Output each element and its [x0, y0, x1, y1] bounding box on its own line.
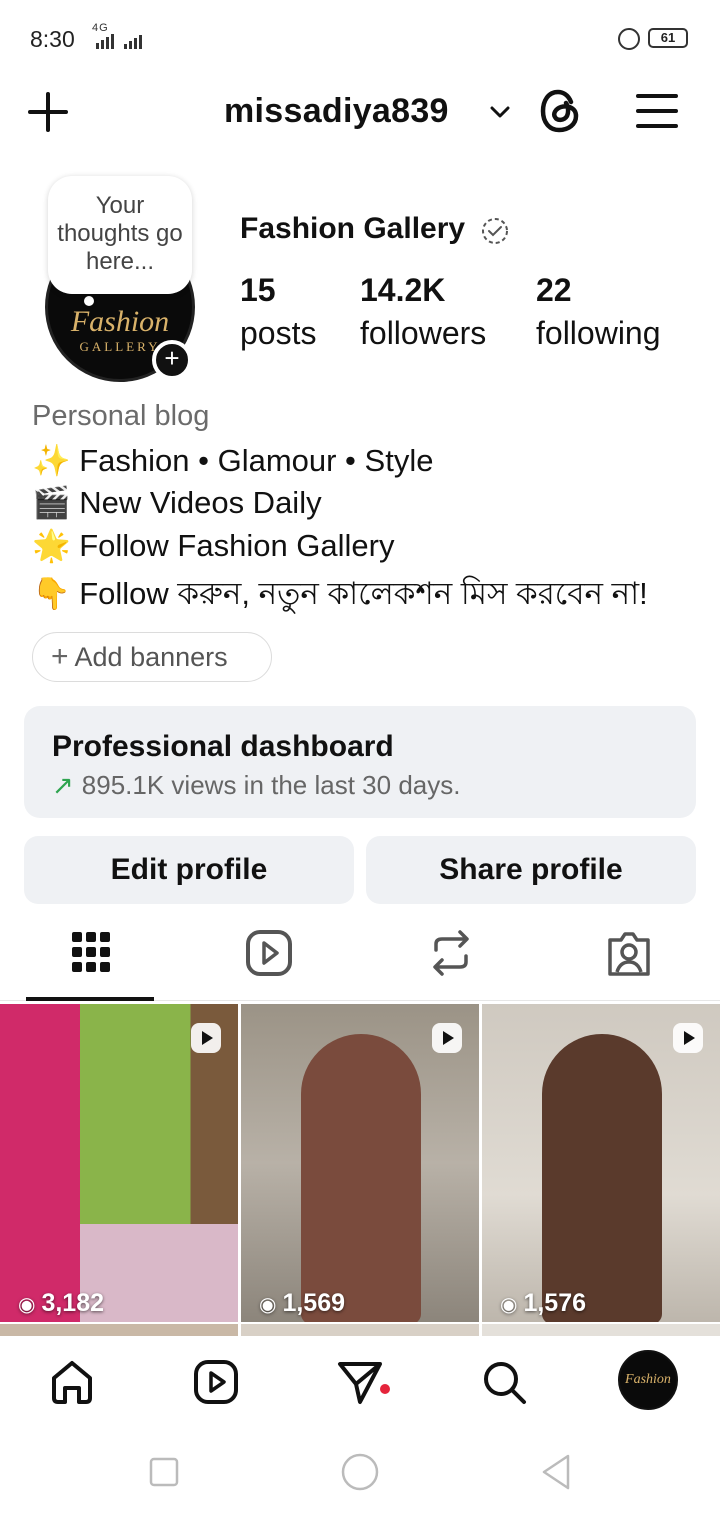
rotation-lock-icon — [618, 28, 640, 50]
avatar-logo-text: Fashion — [70, 305, 170, 338]
profile-category: Personal blog — [32, 400, 210, 432]
plus-icon: + — [51, 640, 69, 673]
chevron-down-icon[interactable] — [488, 104, 512, 120]
followers-label: followers — [360, 315, 487, 351]
dashboard-title: Professional dashboard — [52, 730, 394, 763]
profile-tab-avatar[interactable]: Fashion — [618, 1350, 678, 1410]
view-count: ◉ 1,569 — [259, 1289, 345, 1318]
avatar-logo-text: Fashion — [625, 1372, 671, 1387]
notification-dot — [380, 1384, 390, 1394]
status-bar: 8:30 4G 61 — [0, 0, 720, 78]
grid-post-partial[interactable] — [0, 1324, 238, 1336]
back-icon[interactable] — [538, 1452, 574, 1492]
reel-badge-icon — [432, 1023, 462, 1053]
view-count: ◉ 3,182 — [18, 1289, 104, 1318]
posts-label: posts — [240, 315, 317, 351]
direct-messages-icon[interactable] — [336, 1358, 384, 1406]
menu-icon[interactable] — [636, 92, 678, 130]
bio-line: ✨ Fashion • Glamour • Style — [32, 443, 434, 478]
tagged-icon[interactable] — [604, 926, 654, 980]
search-icon[interactable] — [480, 1358, 528, 1406]
status-time: 8:30 — [30, 26, 75, 52]
reposts-icon[interactable] — [426, 926, 476, 980]
add-banners-button[interactable]: + Add banners — [32, 632, 272, 682]
add-banners-label: Add banners — [74, 642, 228, 672]
bio-line: 🎬 New Videos Daily — [32, 485, 322, 520]
create-plus-icon[interactable] — [28, 92, 68, 132]
home-icon[interactable] — [48, 1358, 96, 1406]
add-story-button[interactable]: + — [152, 340, 192, 380]
posts-stat[interactable]: 15 posts — [240, 270, 316, 356]
active-tab-indicator — [26, 997, 154, 1001]
note-bubble[interactable]: Your thoughts go here... — [48, 176, 192, 294]
home-button-icon[interactable] — [340, 1452, 380, 1492]
following-stat[interactable]: 22 following — [536, 270, 661, 356]
reel-badge-icon — [673, 1023, 703, 1053]
grid-post[interactable]: ◉ 3,182 — [0, 1004, 238, 1322]
view-count-value: 1,569 — [282, 1289, 346, 1317]
grid-post[interactable]: ◉ 1,576 — [482, 1004, 720, 1322]
recents-icon[interactable] — [148, 1456, 180, 1488]
eye-icon: ◉ — [259, 1294, 277, 1316]
verified-dashed-badge-icon[interactable] — [480, 216, 510, 246]
grid-post-partial[interactable] — [482, 1324, 720, 1336]
trend-up-icon: ↗ — [52, 770, 74, 800]
share-profile-button[interactable]: Share profile — [366, 836, 696, 904]
view-count: ◉ 1,576 — [500, 1289, 586, 1318]
following-count: 22 — [536, 272, 572, 308]
view-count-value: 3,182 — [41, 1289, 105, 1317]
reel-badge-icon — [191, 1023, 221, 1053]
grid-post[interactable]: ◉ 1,569 — [241, 1004, 479, 1322]
eye-icon: ◉ — [500, 1294, 518, 1316]
grid-icon[interactable] — [66, 926, 116, 980]
battery-indicator: 61 — [648, 28, 688, 48]
bio-line: 🌟 Follow Fashion Gallery — [32, 528, 395, 563]
followers-count: 14.2K — [360, 272, 446, 308]
bio-line: 👇 Follow করুন, নতুন কালেকশন মিস করবেন না… — [32, 576, 648, 611]
reels-tab-icon[interactable] — [244, 926, 294, 980]
dashboard-subtitle: ↗ 895.1K views in the last 30 days. — [52, 770, 460, 801]
profile-name: Fashion Gallery — [240, 212, 466, 245]
posts-count: 15 — [240, 272, 276, 308]
dashboard-views-text: 895.1K views in the last 30 days. — [81, 770, 461, 800]
note-tail — [84, 296, 94, 306]
username-switcher[interactable]: missadiya839 — [224, 92, 449, 131]
network-label: 4G — [92, 22, 109, 34]
grid-post-partial[interactable] — [241, 1324, 479, 1336]
professional-dashboard-card[interactable]: Professional dashboard ↗ 895.1K views in … — [24, 706, 696, 818]
signal-icon — [96, 34, 142, 49]
edit-profile-button[interactable]: Edit profile — [24, 836, 354, 904]
threads-icon[interactable] — [538, 88, 582, 134]
reels-icon[interactable] — [192, 1358, 240, 1406]
following-label: following — [536, 315, 661, 351]
followers-stat[interactable]: 14.2K followers — [360, 270, 486, 356]
eye-icon: ◉ — [18, 1294, 36, 1316]
view-count-value: 1,576 — [523, 1289, 587, 1317]
